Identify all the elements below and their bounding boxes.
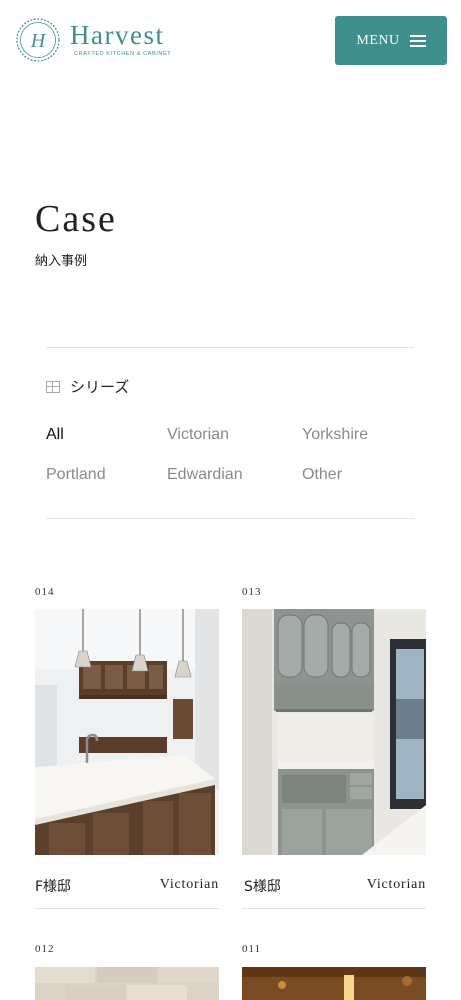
filter-portland[interactable]: Portland [46,466,106,484]
tile-photo [35,967,219,1000]
divider [35,908,219,909]
filter-other[interactable]: Other [302,466,342,484]
kitchen-photo [35,609,219,855]
case-series: Victorian [366,877,426,892]
case-number: 011 [242,943,262,955]
case-number: 014 [35,586,55,598]
logo-monogram: H [30,30,47,52]
logo-tagline: CRAFTED KITCHEN & CABINET [74,51,172,57]
logo-name: Harvest [70,20,165,50]
filter-victorian[interactable]: Victorian [167,426,229,444]
divider [46,347,414,348]
case-number: 013 [242,586,262,598]
page-subtitle: 納入事例 [35,254,88,269]
series-heading: シリーズ [46,376,129,397]
case-photo-wood[interactable] [242,967,426,1000]
filter-edwardian[interactable]: Edwardian [167,466,243,484]
cupboard-photo [242,609,426,855]
case-name[interactable]: F様邸 [35,876,71,896]
case-photo-kitchen[interactable] [35,609,219,855]
hamburger-icon [409,35,426,47]
logo-emblem-icon: H [16,18,60,62]
divider [46,518,414,519]
page-title: Case [35,198,117,240]
case-number: 012 [35,943,55,955]
logo[interactable]: H Harvest CRAFTED KITCHEN & CABINET [14,14,174,66]
case-photo-cupboard[interactable] [242,609,426,855]
wood-photo [242,967,426,1000]
menu-label: MENU [356,32,400,48]
filter-yorkshire[interactable]: Yorkshire [302,426,368,444]
series-heading-label: シリーズ [70,378,130,396]
case-name[interactable]: S様邸 [244,876,281,896]
divider [242,908,426,909]
grid-icon [46,380,60,393]
case-photo-tile[interactable] [35,967,219,1000]
case-series: Victorian [159,877,219,892]
menu-button[interactable]: MENU [335,16,447,65]
filter-all[interactable]: All [46,426,64,444]
